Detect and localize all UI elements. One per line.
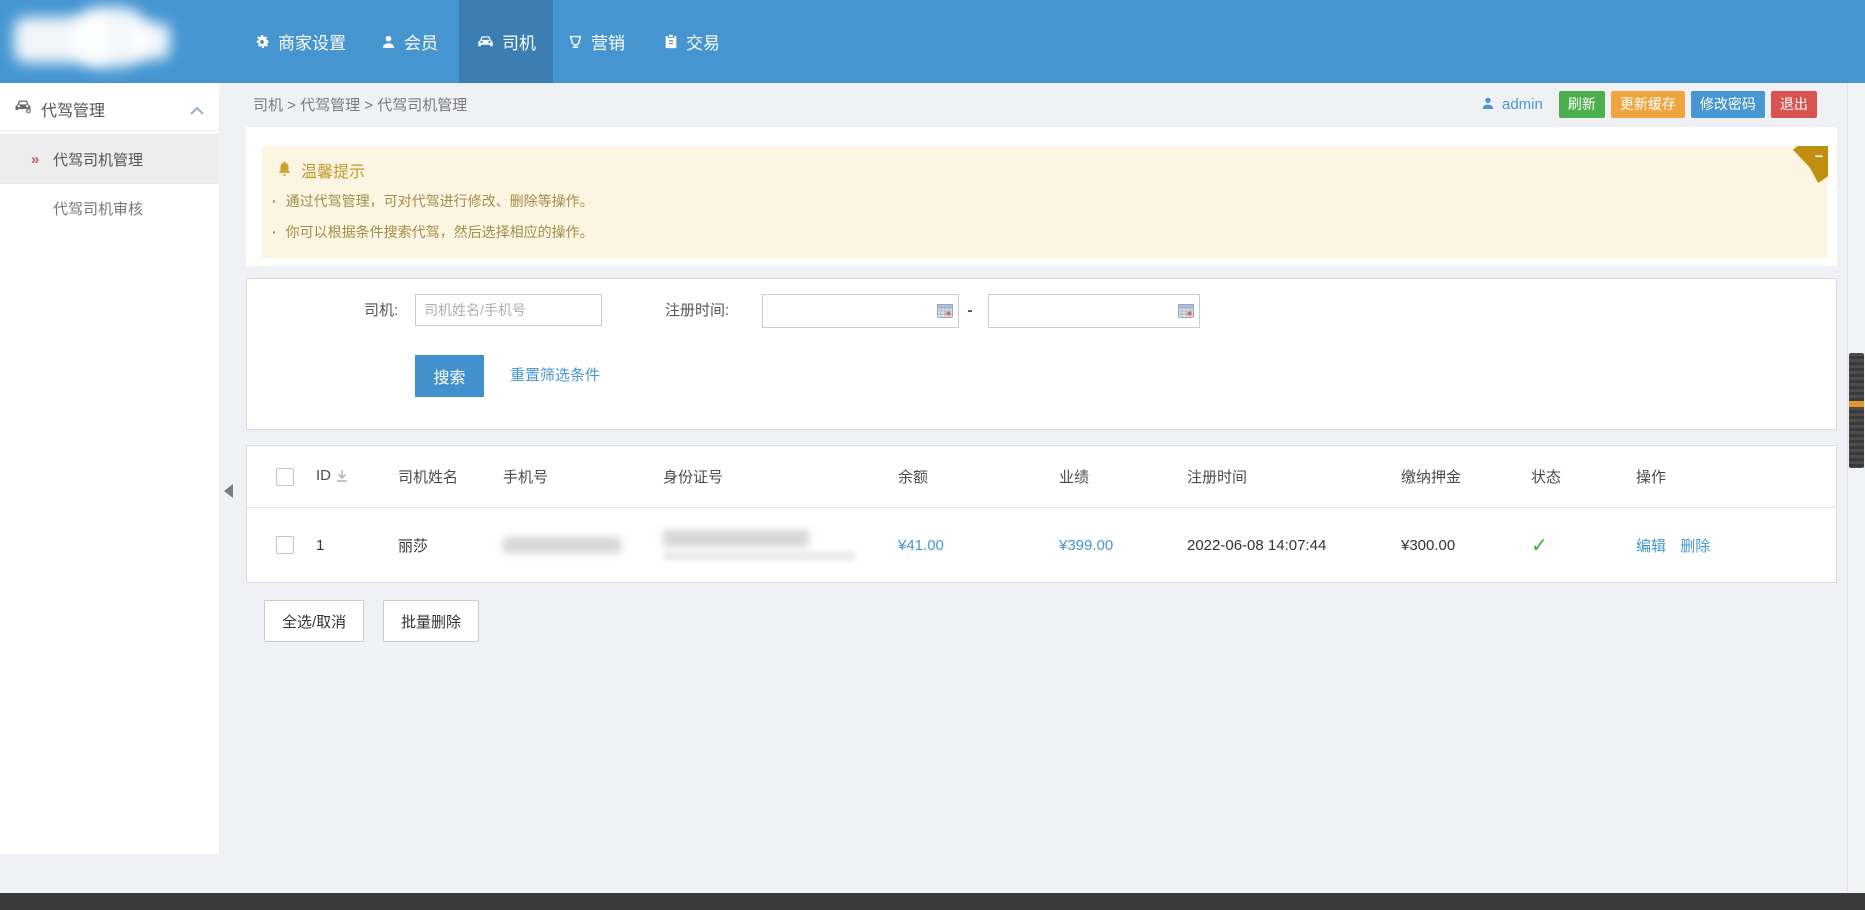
driver-icon [476, 32, 495, 51]
nav-item-merchant-settings[interactable]: 商家设置 [247, 0, 352, 83]
member-icon [380, 33, 397, 50]
logout-button[interactable]: 退出 [1771, 91, 1817, 118]
search-panel: 司机: 注册时间: - 搜索 重置筛选条件 [246, 278, 1837, 430]
status-check-icon: ✓ [1531, 535, 1548, 557]
col-header-status: 状态 [1530, 446, 1635, 508]
sidebar: 代驾管理 » 代驾司机管理 代驾司机审核 [0, 83, 219, 854]
cell-idcard-redacted [662, 508, 897, 583]
drivers-table: ID 司机姓名 手机号 身份证号 余额 业绩 注册时间 缴纳押金 状态 操作 1… [246, 445, 1837, 583]
notice-box: 温馨提示 通过代驾管理，可对代驾进行修改、删除等操作。 你可以根据条件搜索代驾，… [262, 146, 1827, 258]
bottom-status-bar [0, 893, 1865, 910]
date-range-separator: - [963, 294, 977, 328]
select-all-toggle-button[interactable]: 全选/取消 [264, 600, 364, 642]
regtime-from-input[interactable] [762, 294, 959, 328]
col-header-regtime: 注册时间 [1186, 446, 1400, 508]
regtime-from-field [762, 294, 959, 328]
gear-icon [253, 33, 271, 51]
cell-regtime: 2022-06-08 14:07:44 [1186, 508, 1400, 583]
chevron-up-icon[interactable] [190, 102, 204, 120]
change-password-button[interactable]: 修改密码 [1691, 91, 1765, 118]
scrollbar-marker [1849, 401, 1864, 407]
active-item-arrow: » [31, 151, 39, 168]
notice-tip: 通过代驾管理，可对代驾进行修改、删除等操作。 [272, 191, 594, 211]
redacted-idcard [663, 552, 855, 560]
redacted-phone [503, 537, 621, 553]
scrollbar-track[interactable] [1847, 83, 1865, 893]
user-toolbar: admin 刷新 更新缓存 修改密码 退出 [1480, 91, 1817, 118]
col-header-phone: 手机号 [502, 446, 662, 508]
col-header-idcard: 身份证号 [662, 446, 897, 508]
delete-link[interactable]: 删除 [1680, 538, 1710, 555]
bell-icon [276, 159, 293, 182]
cell-deposit: ¥300.00 [1400, 508, 1530, 583]
app-logo [10, 5, 170, 71]
select-all-checkbox[interactable] [276, 468, 294, 486]
regtime-to-input[interactable] [988, 294, 1200, 328]
sidebar-group-daijia[interactable]: 代驾管理 [0, 87, 219, 131]
sort-icon[interactable] [336, 469, 348, 486]
regtime-field-label: 注册时间: [665, 294, 729, 328]
regtime-to-field [988, 294, 1200, 328]
refresh-button[interactable]: 刷新 [1559, 91, 1605, 118]
car-icon [13, 96, 33, 121]
nav-item-transactions[interactable]: 交易 [657, 0, 726, 83]
nav-label: 会员 [404, 29, 438, 54]
table-row: 1 丽莎 ¥41.00 ¥399.00 2022-06-08 14:07:44 … [247, 508, 1836, 583]
batch-delete-button[interactable]: 批量删除 [383, 600, 479, 642]
cell-id: 1 [315, 508, 397, 583]
minus-icon: − [1815, 150, 1823, 162]
nav-label: 商家设置 [278, 29, 346, 54]
row-checkbox[interactable] [276, 536, 294, 554]
nav-label: 交易 [686, 29, 720, 54]
redacted-idcard [663, 530, 809, 547]
current-user[interactable]: admin [1480, 95, 1543, 115]
cell-phone-redacted [502, 508, 662, 583]
sidebar-item-driver-review[interactable]: 代驾司机审核 [0, 184, 219, 232]
top-navbar: 商家设置 会员 司机 营销 交易 [0, 0, 1865, 83]
edit-link[interactable]: 编辑 [1636, 538, 1666, 555]
notice-card: 温馨提示 通过代驾管理，可对代驾进行修改、删除等操作。 你可以根据条件搜索代驾，… [246, 127, 1837, 266]
nav-label: 司机 [502, 29, 536, 54]
table-header-row: ID 司机姓名 手机号 身份证号 余额 业绩 注册时间 缴纳押金 状态 操作 [247, 446, 1836, 508]
sidebar-collapse-toggle[interactable] [224, 484, 233, 498]
driver-search-input[interactable] [415, 294, 602, 326]
update-cache-button[interactable]: 更新缓存 [1611, 91, 1685, 118]
cell-actions: 编辑 删除 [1635, 508, 1836, 583]
driver-field-label: 司机: [364, 294, 398, 328]
nav-label: 营销 [591, 29, 625, 54]
sidebar-item-label: 代驾司机审核 [53, 198, 143, 219]
marketing-icon [567, 33, 584, 50]
cell-name: 丽莎 [397, 508, 502, 583]
col-header-actions: 操作 [1635, 446, 1836, 508]
col-header-id[interactable]: ID [315, 446, 397, 508]
sidebar-item-driver-management[interactable]: » 代驾司机管理 [0, 134, 219, 184]
app-window: 商家设置 会员 司机 营销 交易 代驾管理 » 代驾司机管理 [0, 0, 1865, 910]
search-button[interactable]: 搜索 [415, 355, 484, 397]
col-header-performance: 业绩 [1058, 446, 1186, 508]
col-header-balance: 余额 [897, 446, 1058, 508]
sidebar-item-label: 代驾司机管理 [53, 149, 143, 170]
cell-status: ✓ [1530, 508, 1635, 583]
notice-title: 温馨提示 [301, 158, 365, 182]
sidebar-group-label: 代驾管理 [41, 97, 105, 121]
notice-collapse-ribbon[interactable]: − [1793, 146, 1828, 183]
notice-tip: 你可以根据条件搜索代驾，然后选择相应的操作。 [272, 222, 594, 242]
col-header-deposit: 缴纳押金 [1400, 446, 1530, 508]
breadcrumb: 司机 > 代驾管理 > 代驾司机管理 [253, 94, 467, 115]
nav-item-drivers[interactable]: 司机 [459, 0, 553, 83]
cell-balance: ¥41.00 [897, 508, 1058, 583]
cell-performance: ¥399.00 [1058, 508, 1186, 583]
scrollbar-thumb[interactable] [1849, 353, 1864, 468]
col-header-name: 司机姓名 [397, 446, 502, 508]
nav-item-marketing[interactable]: 营销 [561, 0, 631, 83]
username: admin [1502, 96, 1543, 113]
user-icon [1480, 95, 1496, 115]
transaction-icon [663, 33, 679, 50]
reset-filters-link[interactable]: 重置筛选条件 [510, 355, 600, 397]
logo-blur-shape [130, 23, 170, 59]
notice-title-row: 温馨提示 [276, 158, 365, 182]
nav-item-members[interactable]: 会员 [374, 0, 444, 83]
